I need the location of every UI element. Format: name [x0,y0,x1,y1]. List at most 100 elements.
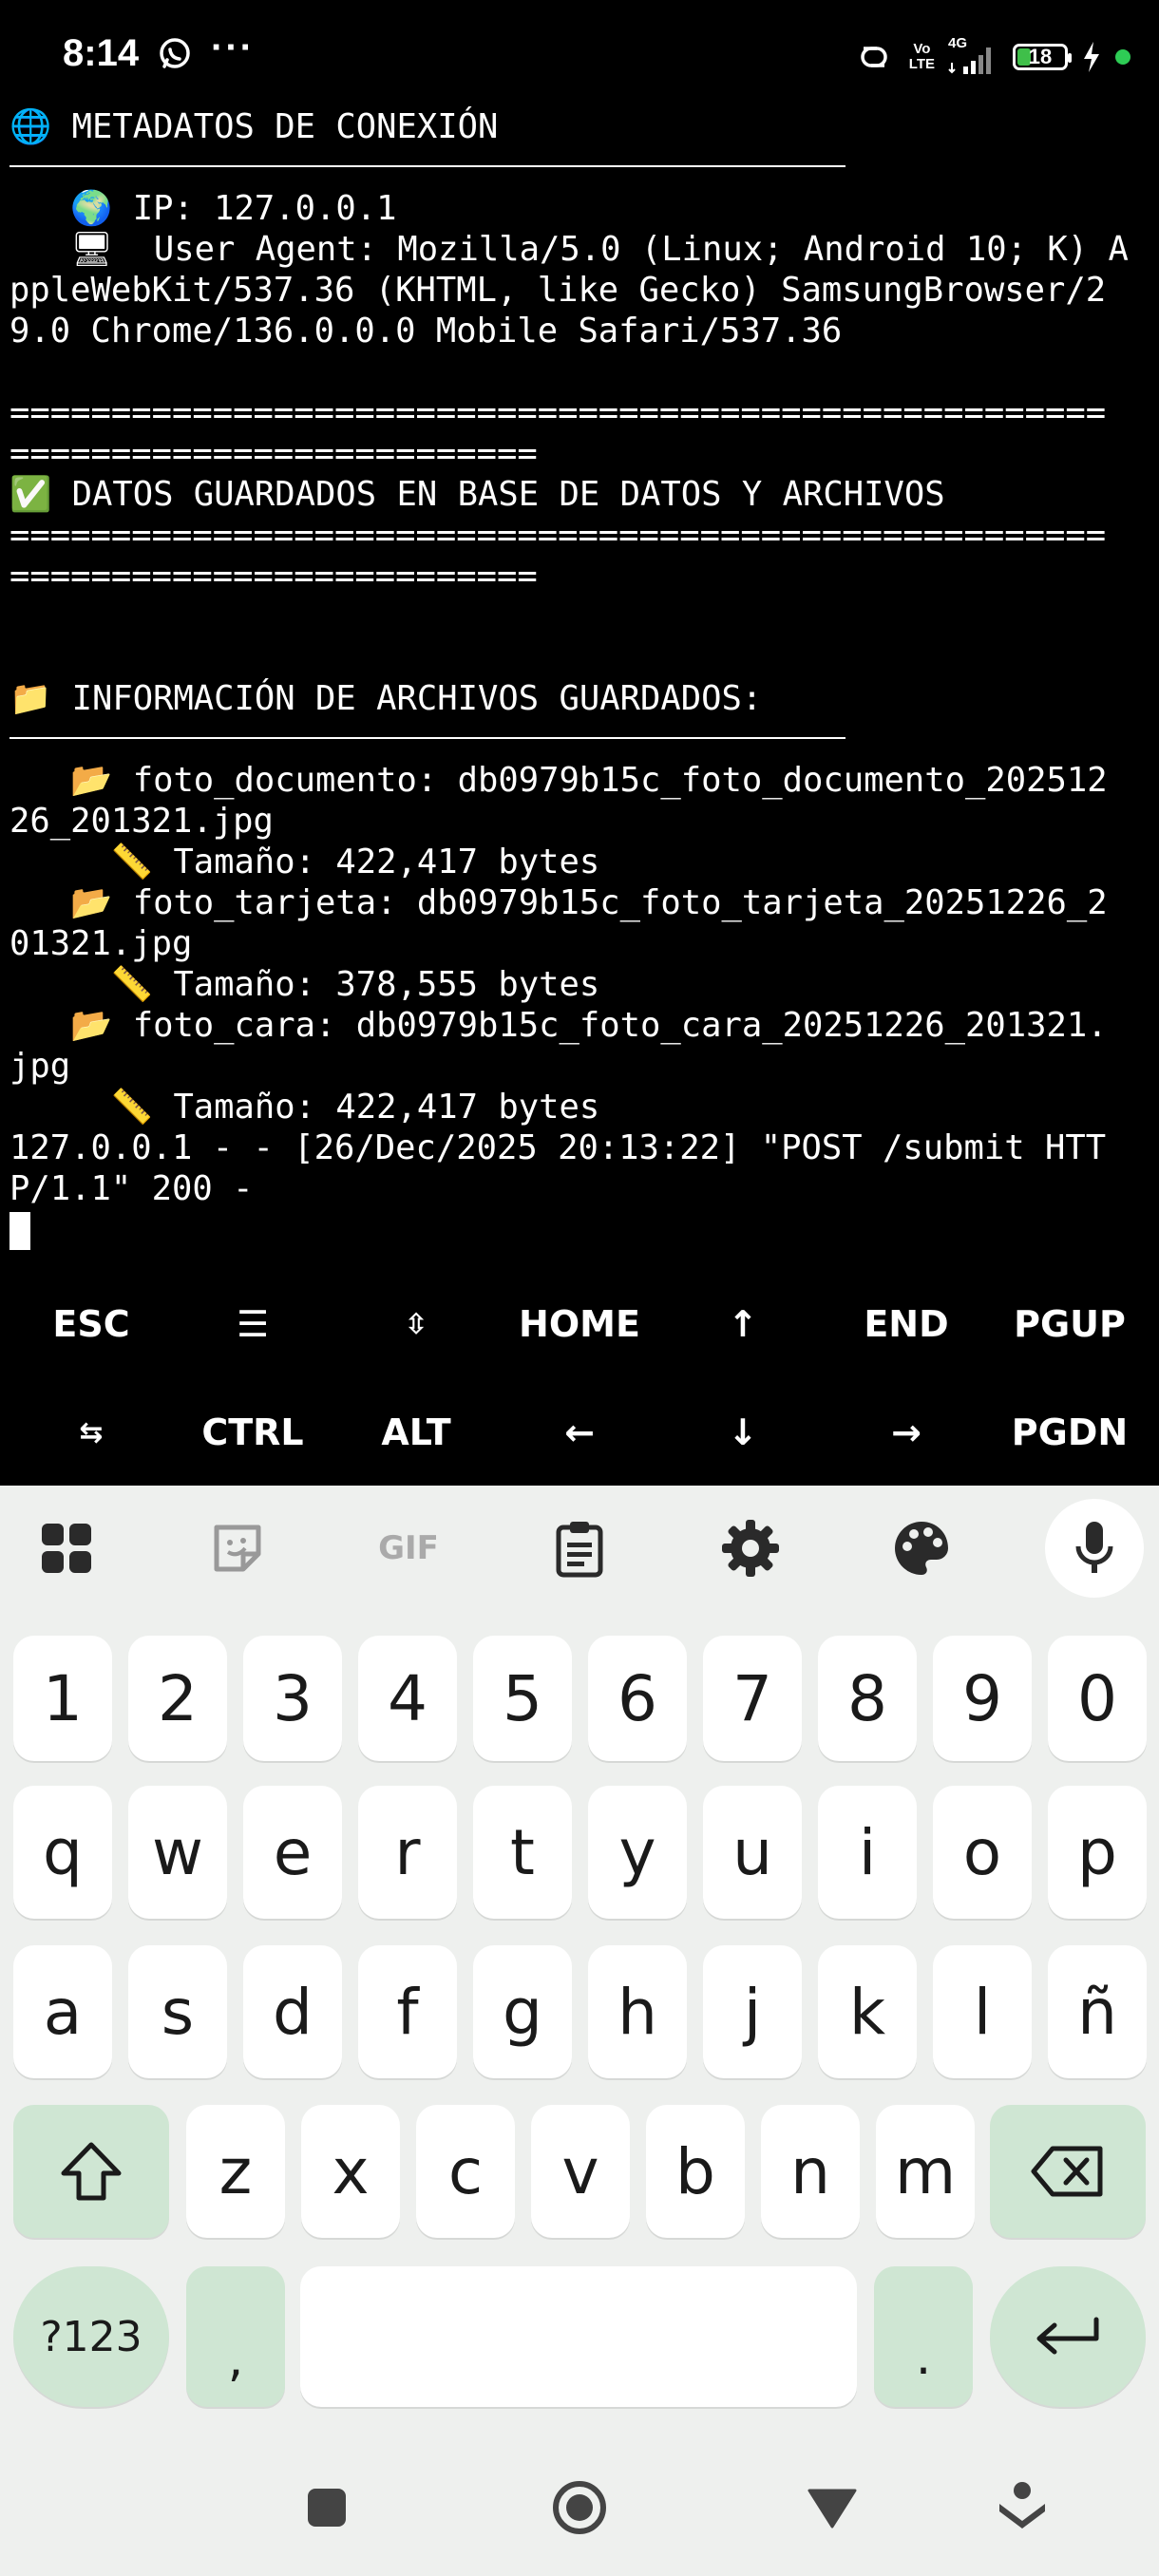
key-1[interactable]: 1 [13,1636,112,1761]
file-entry: 📂 foto_documento: db0979b15c_foto_docume… [10,761,1108,800]
file-entry: 📂 foto_tarjeta: db0979b15c_foto_tarjeta_… [10,883,1108,922]
key-b[interactable]: b [646,2105,745,2238]
file-entry: 📂 foto_cara: db0979b15c_foto_cara_202512… [10,1006,1108,1045]
key-w[interactable]: w [128,1786,227,1919]
ctrl-key[interactable]: CTRL [171,1385,334,1480]
key-g[interactable]: g [473,1945,572,2078]
key-q[interactable]: q [13,1786,112,1919]
key-j[interactable]: j [703,1945,802,2078]
key-9[interactable]: 9 [933,1636,1032,1761]
drawer-key[interactable]: ☰ [171,1277,334,1372]
apps-icon[interactable] [19,1501,114,1596]
comma-key[interactable]: , [186,2266,285,2407]
status-bar: 8:14 ··· Vo LTE 4G 18 [0,0,1159,114]
settings-icon[interactable] [703,1501,798,1596]
key-n-tilde[interactable]: ñ [1048,1945,1147,2078]
key-l[interactable]: l [933,1945,1032,2078]
hotspot-link-icon [861,47,887,67]
keyboard-hide-icon[interactable] [984,2470,1060,2546]
shift-key[interactable] [13,2105,169,2238]
gif-button[interactable]: GIF [361,1501,456,1596]
key-7[interactable]: 7 [703,1636,802,1761]
status-icons: Vo LTE 4G 18 [852,36,1130,78]
separator-line: ========================== [10,557,538,596]
battery-icon: 18 [1013,44,1072,70]
key-z[interactable]: z [186,2105,285,2238]
key-r[interactable]: r [358,1786,457,1919]
separator-line: ========================== [10,434,538,473]
up-arrow-key[interactable]: ↑ [661,1277,825,1372]
privacy-indicator-dot [1115,49,1130,65]
http-log-line: P/1.1" 200 - [10,1169,254,1208]
key-d[interactable]: d [243,1945,342,2078]
backspace-icon [1031,2146,1103,2197]
end-key[interactable]: END [825,1277,988,1372]
key-0[interactable]: 0 [1048,1636,1147,1761]
key-x[interactable]: x [301,2105,400,2238]
terminal-output[interactable]: 🌐 METADATOS DE CONEXIÓN 🌍 IP: 127.0.0.1 … [0,99,1159,1258]
right-arrow-key[interactable]: → [825,1385,988,1480]
key-f[interactable]: f [358,1945,457,2078]
left-arrow-key[interactable]: ← [498,1385,661,1480]
key-y[interactable]: y [588,1786,687,1919]
shift-icon [61,2142,122,2201]
alt-key[interactable]: ALT [334,1385,498,1480]
home-button[interactable] [542,2470,618,2546]
key-8[interactable]: 8 [818,1636,917,1761]
user-agent-line: 🖥 User Agent: Mozilla/5.0 (Linux; Androi… [10,230,1129,269]
section-title-files: 📁 INFORMACIÓN DE ARCHIVOS GUARDADOS: [10,679,763,718]
key-3[interactable]: 3 [243,1636,342,1761]
period-key[interactable]: . [874,2266,973,2407]
whatsapp-icon [160,38,190,68]
key-t[interactable]: t [473,1786,572,1919]
key-s[interactable]: s [128,1945,227,2078]
key-c[interactable]: c [416,2105,515,2238]
key-p[interactable]: p [1048,1786,1147,1919]
scroll-key[interactable]: ⇳ [334,1277,498,1372]
space-bar[interactable] [300,2266,857,2407]
clipboard-icon[interactable] [532,1501,627,1596]
ip-line: 🌍 IP: 127.0.0.1 [10,189,397,228]
saved-confirmation: ✅ DATOS GUARDADOS EN BASE DE DATOS Y ARC… [10,475,945,514]
extra-keys-bar: ESC ☰ ⇳ HOME ↑ END PGUP ⇆ CTRL ALT ← ↓ →… [0,1269,1159,1486]
mic-icon[interactable] [1045,1499,1144,1598]
key-6[interactable]: 6 [588,1636,687,1761]
section-title-metadata: 🌐 METADATOS DE CONEXIÓN [10,107,499,146]
key-h[interactable]: h [588,1945,687,2078]
divider [10,165,846,167]
charging-bolt-icon [1084,42,1099,72]
backspace-key[interactable] [990,2105,1146,2238]
enter-key[interactable] [990,2266,1146,2407]
key-m[interactable]: m [876,2105,975,2238]
key-v[interactable]: v [531,2105,630,2238]
key-2[interactable]: 2 [128,1636,227,1761]
recents-button[interactable] [289,2470,365,2546]
key-u[interactable]: u [703,1786,802,1919]
down-arrow-key[interactable]: ↓ [661,1385,825,1480]
home-key[interactable]: HOME [498,1277,661,1372]
http-log-line: 127.0.0.1 - - [26/Dec/2025 20:13:22] "PO… [10,1128,1107,1167]
enter-icon [1036,2317,1099,2355]
key-5[interactable]: 5 [473,1636,572,1761]
file-entry: 26_201321.jpg [10,802,274,841]
sticker-icon[interactable] [190,1501,285,1596]
tab-key[interactable]: ⇆ [10,1385,173,1480]
symbols-key[interactable]: ?123 [13,2266,169,2407]
more-notifications-icon: ··· [211,27,255,68]
pgup-key[interactable]: PGUP [988,1277,1151,1372]
user-agent-line: 9.0 Chrome/136.0.0.0 Mobile Safari/537.3… [10,312,843,350]
esc-key[interactable]: ESC [10,1277,173,1372]
key-a[interactable]: a [13,1945,112,2078]
file-size: 📏 Tamaño: 422,417 bytes [10,1088,600,1127]
back-button[interactable] [794,2470,870,2546]
key-e[interactable]: e [243,1786,342,1919]
key-n[interactable]: n [761,2105,860,2238]
key-k[interactable]: k [818,1945,917,2078]
palette-icon[interactable] [874,1501,969,1596]
pgdn-key[interactable]: PGDN [988,1385,1151,1480]
status-time: 8:14 [63,32,140,74]
key-o[interactable]: o [933,1786,1032,1919]
key-4[interactable]: 4 [358,1636,457,1761]
key-i[interactable]: i [818,1786,917,1919]
terminal-cursor [10,1212,30,1250]
